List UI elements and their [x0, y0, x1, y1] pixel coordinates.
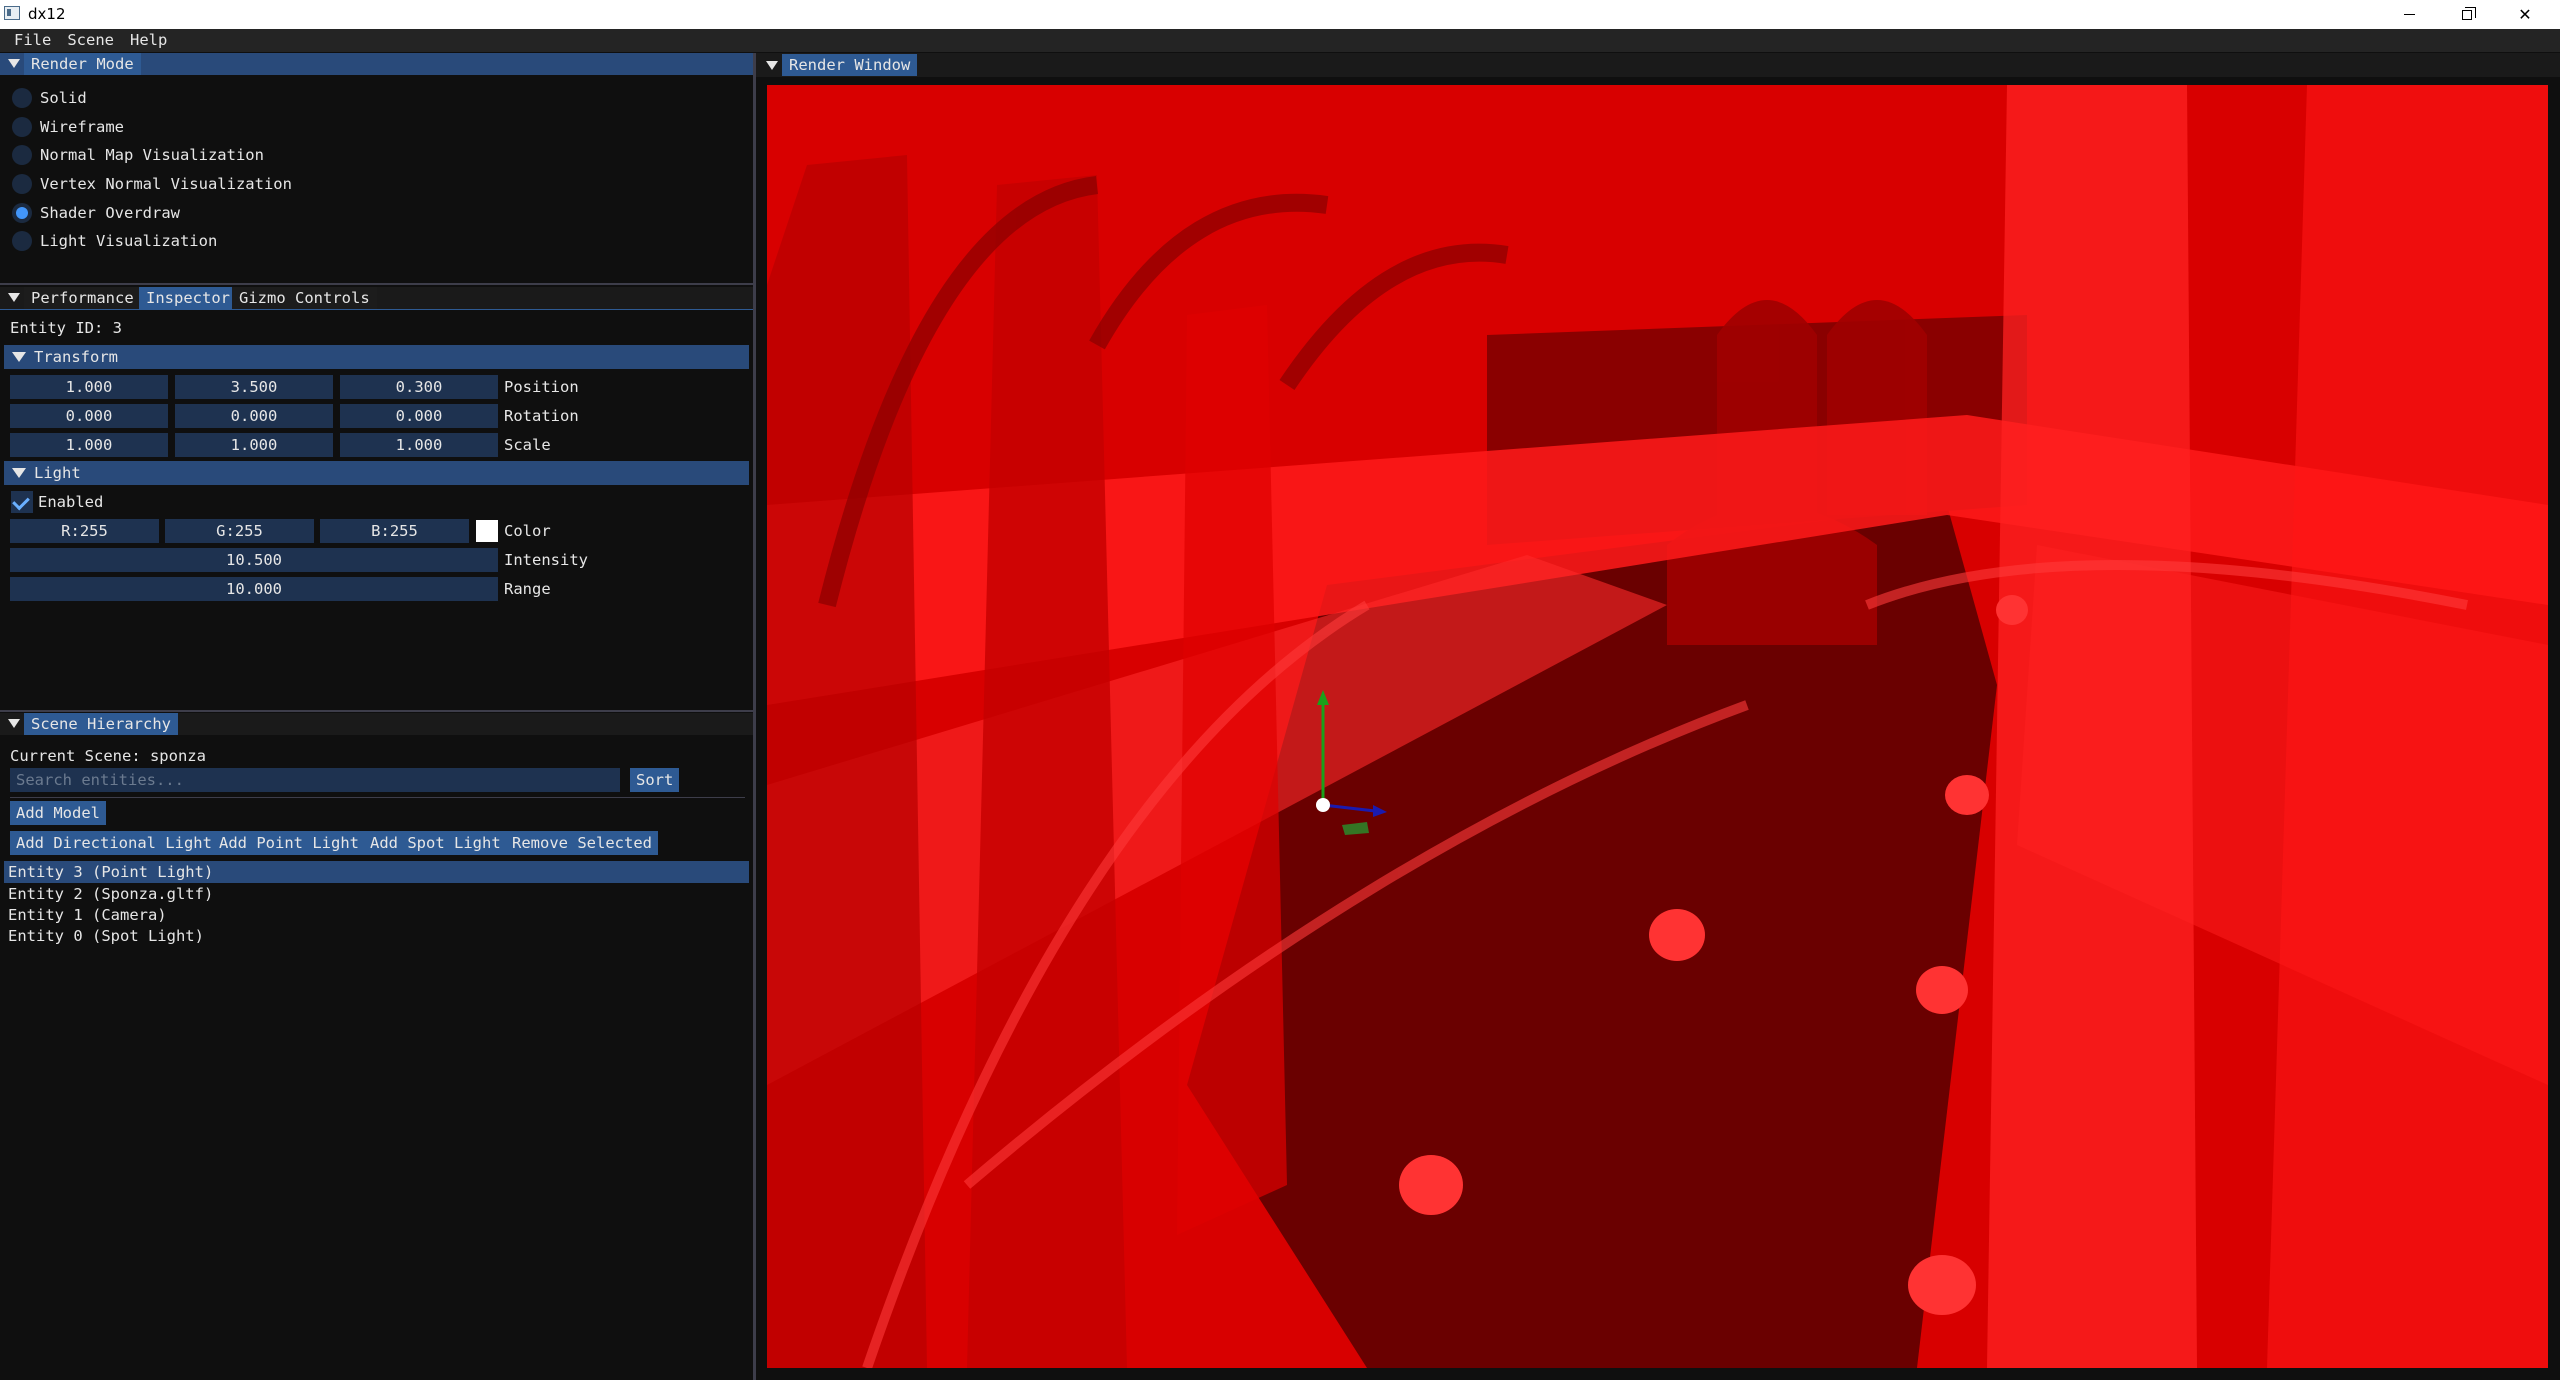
tab-underline: [0, 309, 753, 310]
radio-label: Shader Overdraw: [40, 204, 180, 222]
intensity-field[interactable]: 10.500: [10, 548, 498, 572]
expand-arrow-icon: [12, 352, 26, 362]
scale-x-field[interactable]: 1.000: [10, 433, 168, 457]
panel-separator[interactable]: [0, 710, 753, 712]
position-x-field[interactable]: 1.000: [10, 375, 168, 399]
panel-separator[interactable]: [0, 283, 753, 285]
tab-gizmo-controls[interactable]: Gizmo Controls: [232, 287, 377, 309]
radio-light-visualization[interactable]: Light Visualization: [12, 230, 217, 252]
enabled-label: Enabled: [38, 493, 104, 511]
restore-icon: [2462, 6, 2476, 20]
search-input[interactable]: Search entities...: [10, 768, 620, 792]
inspector-titlebar: Performance Inspector Gizmo Controls: [0, 287, 753, 309]
color-r-field[interactable]: R:255: [10, 519, 159, 543]
collapse-arrow-icon[interactable]: [8, 719, 20, 728]
radio-label: Light Visualization: [40, 232, 218, 250]
tab-render-mode[interactable]: Render Mode: [24, 53, 141, 75]
radio-wireframe[interactable]: Wireframe: [12, 116, 124, 138]
add-point-light-button[interactable]: Add Point Light: [213, 831, 365, 855]
scene-hierarchy-panel: Scene Hierarchy Current Scene: sponza Se…: [0, 713, 753, 1380]
light-header[interactable]: Light: [4, 461, 749, 485]
radio-label: Normal Map Visualization: [40, 146, 264, 164]
tab-scene-hierarchy[interactable]: Scene Hierarchy: [24, 713, 178, 735]
close-button[interactable]: ✕: [2496, 0, 2554, 29]
color-b-field[interactable]: B:255: [320, 519, 469, 543]
collapse-arrow-icon[interactable]: [766, 61, 778, 70]
menu-help[interactable]: Help: [122, 29, 175, 52]
position-z-field[interactable]: 0.300: [340, 375, 498, 399]
sponza-overdraw-render: [767, 85, 2548, 1368]
entity-row-1[interactable]: Entity 1 (Camera): [8, 905, 167, 926]
scale-y-field[interactable]: 1.000: [175, 433, 333, 457]
range-field[interactable]: 10.000: [10, 577, 498, 601]
render-window: Render Window: [756, 53, 2560, 1380]
entity-row-3[interactable]: Entity 3 (Point Light): [8, 862, 213, 883]
render-mode-panel: Render Mode Solid Wireframe Normal Map V…: [0, 53, 753, 283]
entity-row-2[interactable]: Entity 2 (Sponza.gltf): [8, 884, 213, 905]
radio-label: Wireframe: [40, 118, 124, 136]
radio-label: Vertex Normal Visualization: [40, 175, 292, 193]
rotation-y-field[interactable]: 0.000: [175, 404, 333, 428]
radio-vertex-normal[interactable]: Vertex Normal Visualization: [12, 173, 292, 195]
minimize-button[interactable]: [2380, 0, 2438, 29]
window-titlebar: dx12 ✕: [0, 0, 2560, 29]
radio-icon[interactable]: [12, 174, 32, 194]
radio-shader-overdraw[interactable]: Shader Overdraw: [12, 202, 180, 224]
menu-file[interactable]: File: [6, 29, 59, 52]
tab-render-window[interactable]: Render Window: [782, 54, 918, 76]
radio-selected-icon[interactable]: [12, 203, 32, 223]
rotation-z-field[interactable]: 0.000: [340, 404, 498, 428]
render-viewport[interactable]: [767, 85, 2548, 1368]
remove-selected-button[interactable]: Remove Selected: [506, 831, 658, 855]
radio-label: Solid: [40, 89, 87, 107]
add-directional-light-button[interactable]: Add Directional Light: [10, 831, 218, 855]
current-scene-label: Current Scene: sponza: [10, 747, 206, 765]
light-header-label: Light: [34, 464, 81, 482]
collapse-arrow-icon[interactable]: [8, 59, 20, 68]
add-spot-light-button[interactable]: Add Spot Light: [364, 831, 507, 855]
radio-solid[interactable]: Solid: [12, 87, 87, 109]
tab-performance[interactable]: Performance: [24, 287, 141, 309]
radio-icon[interactable]: [12, 231, 32, 251]
entity-id-label: Entity ID: 3: [10, 319, 122, 337]
minimize-icon: [2403, 14, 2415, 15]
entity-row-0[interactable]: Entity 0 (Spot Light): [8, 926, 204, 947]
hierarchy-titlebar: Scene Hierarchy: [0, 713, 753, 735]
scale-z-field[interactable]: 1.000: [340, 433, 498, 457]
render-window-titlebar: Render Window: [756, 53, 2560, 77]
divider: [10, 797, 745, 798]
expand-arrow-icon: [12, 468, 26, 478]
intensity-label: Intensity: [504, 551, 588, 569]
color-swatch[interactable]: [476, 520, 498, 542]
close-icon: ✕: [2518, 5, 2532, 24]
radio-icon[interactable]: [12, 88, 32, 108]
transform-header-label: Transform: [34, 348, 118, 366]
radio-normal-map[interactable]: Normal Map Visualization: [12, 144, 264, 166]
sort-button[interactable]: Sort: [630, 768, 680, 792]
position-label: Position: [504, 378, 579, 396]
transform-header[interactable]: Transform: [4, 345, 749, 369]
scale-label: Scale: [504, 436, 551, 454]
collapse-arrow-icon[interactable]: [8, 293, 20, 302]
restore-button[interactable]: [2438, 0, 2496, 29]
rotation-x-field[interactable]: 0.000: [10, 404, 168, 428]
color-g-field[interactable]: G:255: [165, 519, 314, 543]
app-icon: [4, 6, 20, 20]
radio-icon[interactable]: [12, 145, 32, 165]
inspector-panel: Performance Inspector Gizmo Controls Ent…: [0, 287, 753, 710]
add-model-button[interactable]: Add Model: [10, 801, 106, 825]
tab-inspector[interactable]: Inspector: [139, 287, 237, 309]
menu-scene[interactable]: Scene: [59, 29, 122, 52]
position-y-field[interactable]: 3.500: [175, 375, 333, 399]
color-label: Color: [504, 522, 551, 540]
menu-bar: File Scene Help: [0, 29, 2560, 52]
enabled-checkbox[interactable]: [11, 491, 33, 513]
rotation-label: Rotation: [504, 407, 579, 425]
radio-icon[interactable]: [12, 117, 32, 137]
range-label: Range: [504, 580, 551, 598]
window-title: dx12: [28, 5, 66, 23]
render-mode-titlebar: Render Mode: [0, 53, 753, 75]
